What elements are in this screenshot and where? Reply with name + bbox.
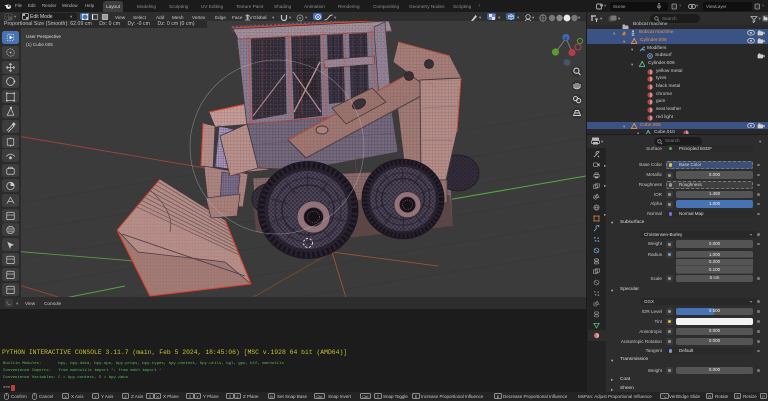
svg-text:Z: Z xyxy=(564,36,567,41)
